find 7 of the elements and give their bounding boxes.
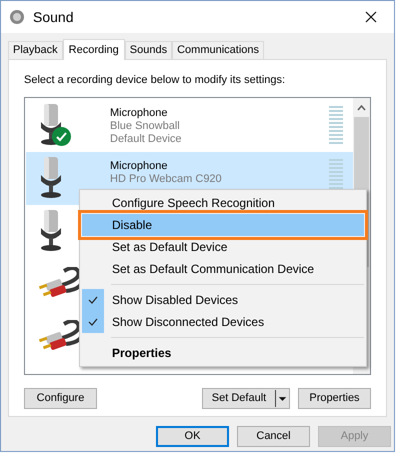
device-name: Microphone	[110, 106, 168, 120]
device-status: Default Device	[110, 132, 182, 146]
device-detail: HD Pro Webcam C920	[110, 172, 222, 186]
device-name: Microphone	[110, 160, 168, 172]
device-detail: Blue Snowball	[110, 120, 181, 132]
instruction-text: Select a recording device below to modify its settings:	[24, 73, 286, 88]
window-title: Sound	[33, 8, 74, 26]
